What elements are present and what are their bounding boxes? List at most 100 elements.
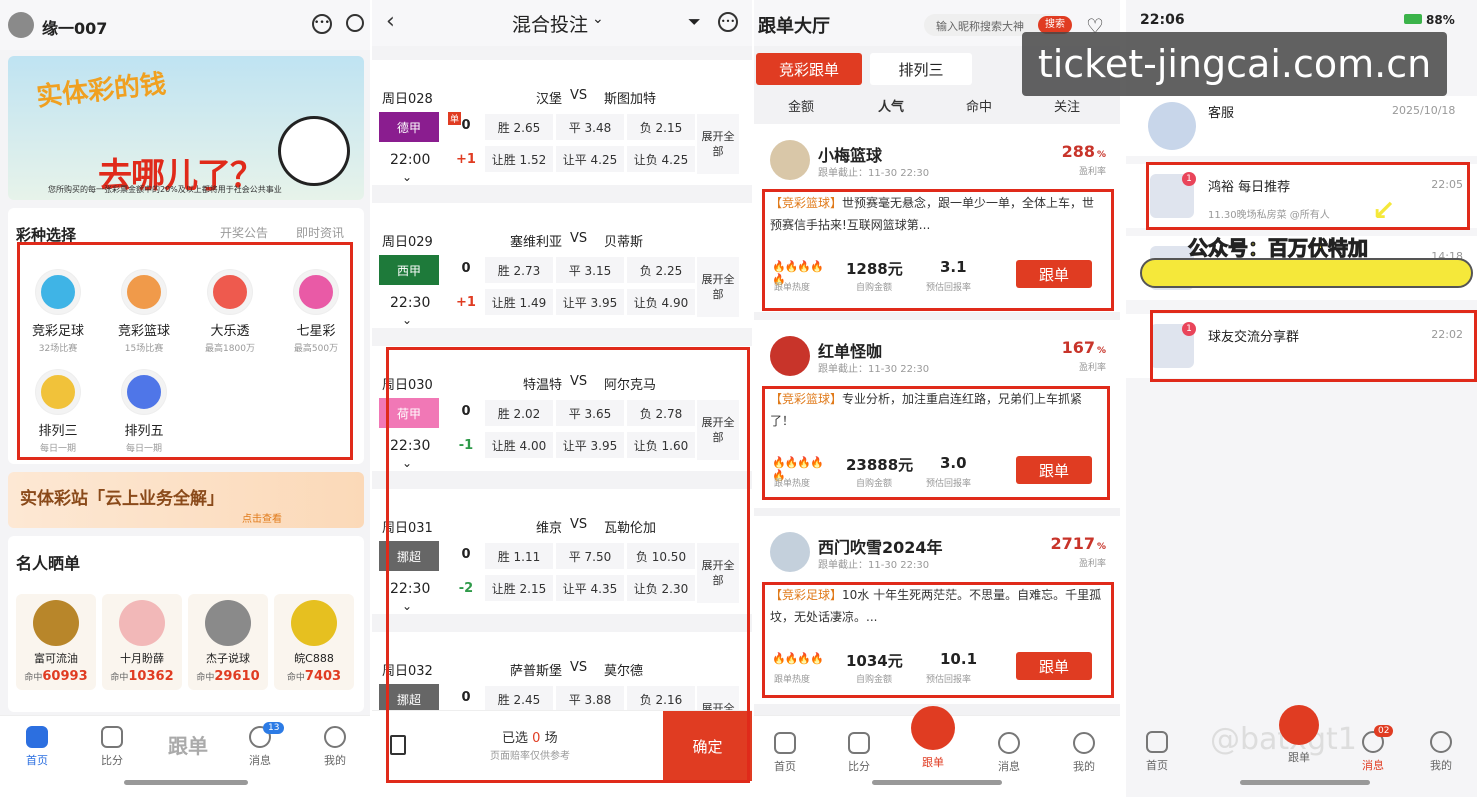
tab-messages[interactable]: 消息 02 [1348, 725, 1398, 773]
odds-cell[interactable]: 负 10.50 [627, 543, 695, 569]
follow-button[interactable]: 跟单 [1016, 260, 1092, 288]
tab-home[interactable]: 首页 [760, 732, 810, 774]
odds-cell[interactable]: 负 2.78 [627, 400, 695, 426]
follow-card[interactable]: 西门吹雪2024年 跟单截止：11-30 22:30 2717% 盈利率 【竞彩足球】1… [754, 516, 1120, 704]
handicap-odds-cell[interactable]: 让胜 1.49 [485, 289, 553, 315]
odds-cell[interactable]: 胜 2.02 [485, 400, 553, 426]
odds-cell[interactable]: 负 2.15 [627, 114, 695, 140]
sort-popularity[interactable]: 人气 [878, 96, 904, 115]
tab-home[interactable]: 首页 [1132, 731, 1182, 773]
heat-label: 跟单热度 [774, 283, 811, 293]
tab-mine[interactable]: 我的 [1059, 732, 1109, 774]
trash-icon[interactable] [390, 735, 406, 755]
handicap-odds-cell[interactable]: 让负 1.60 [627, 432, 695, 458]
lottery-item[interactable]: 竞彩篮球 15场比赛 [102, 262, 186, 358]
lottery-name: 竞彩篮球 [117, 324, 170, 339]
service-row[interactable]: 客服 2025/10/18 [1126, 96, 1477, 156]
odds-cell[interactable]: 平 7.50 [556, 543, 624, 569]
handicap-odds-cell[interactable]: 让负 2.30 [627, 575, 695, 601]
famous-item[interactable]: 杰子说球 命中29610 [188, 594, 268, 690]
avatar[interactable] [8, 12, 34, 38]
follow-card[interactable]: 红单怪咖 跟单截止：11-30 22:30 167% 盈利率 【竞彩篮球】专业分析，加注… [754, 320, 1120, 508]
tab-score[interactable]: 比分 [834, 732, 884, 774]
tab-messages[interactable]: 消息 [984, 732, 1034, 774]
self-amount: 23888元 [846, 456, 914, 474]
tab-follow[interactable]: 跟单 [908, 706, 958, 770]
filter-icon[interactable]: ⏷ [688, 12, 701, 32]
confirm-button[interactable]: 确定 [663, 711, 752, 781]
tab-follow[interactable]: 跟单 [160, 730, 216, 759]
handicap-odds-cell[interactable]: 让胜 1.52 [485, 146, 553, 172]
handicap-odds-cell[interactable]: 让胜 2.15 [485, 575, 553, 601]
lottery-item[interactable]: 排列三 每日一期 [16, 362, 100, 458]
famous-item[interactable]: 十月盼薛 命中10362 [102, 594, 182, 690]
famous-item[interactable]: 皖C888 命中7403 [274, 594, 354, 690]
expand-all-button[interactable]: 展开全部 [697, 114, 739, 174]
sort-follow[interactable]: 关注 [1054, 96, 1080, 115]
handicap-odds-cell[interactable]: 让平 3.95 [556, 289, 624, 315]
chat-row[interactable]: 1 球友交流分享群 22:02 [1126, 314, 1477, 378]
handicap-odds-cell[interactable]: 让平 4.25 [556, 146, 624, 172]
banner[interactable]: 实体彩的钱 去哪儿了？ 您所购买的每一张彩票金额中的20%及以上都将用于社会公共… [8, 56, 364, 200]
follow-button[interactable]: 跟单 [1016, 652, 1092, 680]
handicap-odds-cell[interactable]: 让负 4.90 [627, 289, 695, 315]
odds-cell[interactable]: 胜 1.11 [485, 543, 553, 569]
tab-home[interactable]: 首页 [12, 726, 62, 768]
heat-icons: 🔥🔥🔥🔥🔥 [772, 260, 824, 286]
chevron-down-icon[interactable]: ⌄ [592, 11, 604, 27]
chat-row[interactable]: 1 鸿裕 每日推荐 22:05 11.30晚场私房菜 @所有人 [1126, 164, 1477, 228]
chat-icon[interactable]: ••• [312, 14, 332, 34]
handicap-odds-cell[interactable]: 让胜 4.00 [485, 432, 553, 458]
follow-button[interactable]: 跟单 [1016, 456, 1092, 484]
lottery-item[interactable]: 七星彩 最高500万 [274, 262, 358, 358]
odds-cell[interactable]: 胜 2.65 [485, 114, 553, 140]
sort-amount[interactable]: 金额 [788, 96, 814, 115]
tab-mine[interactable]: 我的 [1416, 731, 1466, 773]
odds-cell[interactable]: 平 3.65 [556, 400, 624, 426]
page-title[interactable]: 混合投注 [512, 10, 588, 37]
promo-title: 实体彩站「云上业务全解」 [20, 489, 224, 509]
heat-icons: 🔥🔥🔥🔥🔥 [772, 456, 824, 482]
expand-all-button[interactable]: 展开全部 [697, 257, 739, 317]
lottery-item[interactable]: 排列五 每日一期 [102, 362, 186, 458]
expected-return: 10.1 [940, 650, 978, 668]
sort-hit[interactable]: 命中 [966, 96, 992, 115]
expand-all-button[interactable]: 展开全部 [697, 543, 739, 603]
more-icon[interactable]: ••• [718, 12, 738, 32]
promo-banner[interactable]: 实体彩站「云上业务全解」 点击查看 [8, 472, 364, 528]
odds-cell[interactable]: 胜 2.45 [485, 686, 553, 712]
expand-all-button[interactable]: 展开全部 [697, 400, 739, 460]
follow-card[interactable]: 小梅篮球 跟单截止：11-30 22:30 288% 盈利率 【竞彩篮球】世预赛毫无悬念… [754, 124, 1120, 312]
handicap-odds-cell[interactable]: 让平 3.95 [556, 432, 624, 458]
famous-item[interactable]: 富可流油 命中60993 [16, 594, 96, 690]
lottery-item[interactable]: 大乐透 最高1800万 [188, 262, 272, 358]
selected-summary: 已选 0 场 [502, 731, 558, 746]
tab-messages[interactable]: 消息 13 [235, 722, 285, 768]
tab-follow[interactable]: 跟单 [1274, 705, 1324, 765]
chevron-down-icon[interactable]: ⌄ [402, 599, 412, 613]
service-avatar [1148, 102, 1196, 150]
lottery-item[interactable]: 竞彩足球 32场比赛 [16, 262, 100, 358]
odds-cell[interactable]: 平 3.15 [556, 257, 624, 283]
tab-mine[interactable]: 我的 [310, 726, 360, 768]
tab-pailie3[interactable]: 排列三 [870, 53, 972, 85]
tab-jingcai-follow[interactable]: 竞彩跟单 [756, 53, 862, 85]
odds-cell[interactable]: 胜 2.73 [485, 257, 553, 283]
odds-cell[interactable]: 平 3.88 [556, 686, 624, 712]
home-team: 维京 [535, 521, 562, 536]
chevron-down-icon[interactable]: ⌄ [402, 313, 412, 327]
odds-cell[interactable]: 平 3.48 [556, 114, 624, 140]
promo-cta[interactable]: 点击查看 [242, 510, 282, 525]
odds-cell[interactable]: 负 2.16 [627, 686, 695, 712]
chevron-down-icon[interactable]: ⌄ [402, 170, 412, 184]
handicap-odds-cell[interactable]: 让平 4.35 [556, 575, 624, 601]
odds-cell[interactable]: 负 2.25 [627, 257, 695, 283]
back-icon[interactable]: ‹ [386, 9, 395, 34]
search-icon[interactable] [346, 14, 364, 32]
chevron-down-icon[interactable]: ⌄ [402, 456, 412, 470]
link-draw-notice[interactable]: 开奖公告 [220, 224, 268, 241]
link-news[interactable]: 即时资讯 [296, 224, 344, 241]
match-list: 周日028 德甲 22:00 ⌄ 汉堡 VS 斯图加特 0 +1 单胜 2.65 让胜 1.52 平 … [372, 60, 752, 757]
tab-score[interactable]: 比分 [87, 726, 137, 768]
handicap-odds-cell[interactable]: 让负 4.25 [627, 146, 695, 172]
